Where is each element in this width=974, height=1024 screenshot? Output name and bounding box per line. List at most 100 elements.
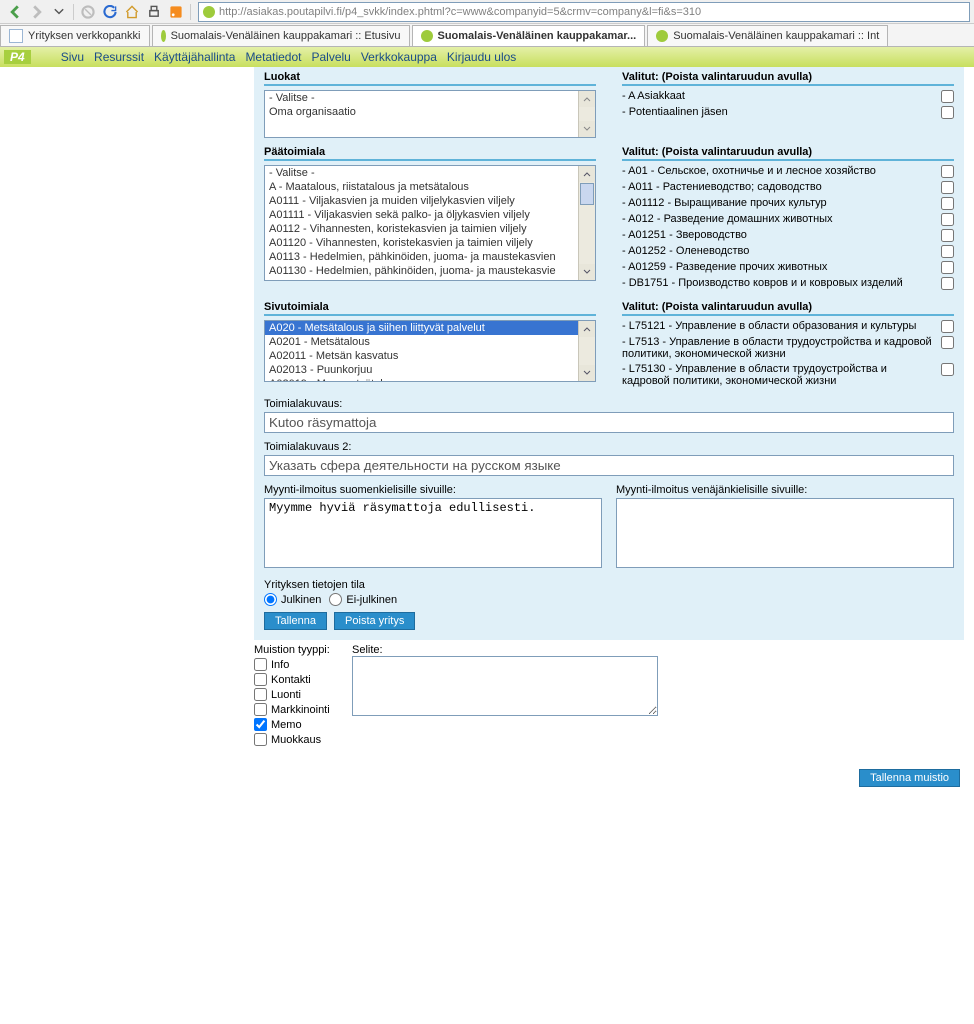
remove-checkbox[interactable] <box>941 165 954 178</box>
url-text: http://asiakas.poutapilvi.fi/p4_svkk/ind… <box>219 6 701 18</box>
menu-sivu[interactable]: Sivu <box>61 50 84 64</box>
desc2-input[interactable] <box>264 455 954 476</box>
scroll-down-icon[interactable] <box>579 264 595 280</box>
scrollbar[interactable] <box>578 166 595 280</box>
home-button[interactable] <box>122 2 142 22</box>
list-item[interactable]: - Valitse - <box>265 91 595 105</box>
save-button[interactable]: Tallenna <box>264 612 327 630</box>
reload-button[interactable] <box>100 2 120 22</box>
paatoimiala-header: Päätoimiala <box>264 146 596 161</box>
ad-fi-label: Myynti-ilmoitus suomenkielisille sivuill… <box>264 484 602 496</box>
list-item[interactable]: A02019 - Muu metsätalous <box>265 377 595 382</box>
memo-type-info[interactable] <box>254 658 267 671</box>
list-item[interactable]: A01120 - Vihannesten, koristekasvien ja … <box>265 236 595 250</box>
memo-type-markkinointi[interactable] <box>254 703 267 716</box>
luokat-select[interactable]: - Valitse - Oma organisaatio <box>264 90 596 138</box>
memo-type-muokkaus[interactable] <box>254 733 267 746</box>
scroll-down-icon[interactable] <box>579 121 595 137</box>
list-item[interactable]: A01130 - Hedelmien, pähkinöiden, juoma- … <box>265 264 595 278</box>
list-item[interactable]: - Valitse - <box>265 166 595 180</box>
memo-type-luonti[interactable] <box>254 688 267 701</box>
save-memo-button[interactable]: Tallenna muistio <box>859 769 960 787</box>
sivutoimiala-selected-header: Valitut: (Poista valintaruudun avulla) <box>622 301 954 316</box>
remove-checkbox[interactable] <box>941 336 954 349</box>
remove-checkbox[interactable] <box>941 363 954 376</box>
status-private-label: Ei-julkinen <box>346 594 397 606</box>
remove-checkbox[interactable] <box>941 106 954 119</box>
list-item[interactable]: Oma organisaatio <box>265 105 595 119</box>
selected-item: - L7513 - Управление в области трудоустр… <box>622 336 941 360</box>
memo-type-memo[interactable] <box>254 718 267 731</box>
tab-3[interactable]: Suomalais-Venäläinen kauppakamari :: Int <box>647 25 888 46</box>
scrollbar[interactable] <box>578 321 595 381</box>
scroll-thumb[interactable] <box>580 183 594 205</box>
menu-verkkokauppa[interactable]: Verkkokauppa <box>361 50 437 64</box>
sivutoimiala-select[interactable]: A020 - Metsätalous ja siihen liittyvät p… <box>264 320 596 382</box>
list-item[interactable]: A02011 - Metsän kasvatus <box>265 349 595 363</box>
remove-checkbox[interactable] <box>941 181 954 194</box>
remove-checkbox[interactable] <box>941 277 954 290</box>
scroll-up-icon[interactable] <box>579 166 595 182</box>
selected-item: - A012 - Разведение домашних животных <box>622 213 941 225</box>
memo-type-kontakti[interactable] <box>254 673 267 686</box>
selected-item: - Potentiaalinen jäsen <box>622 106 941 118</box>
print-button[interactable] <box>144 2 164 22</box>
url-bar[interactable]: http://asiakas.poutapilvi.fi/p4_svkk/ind… <box>198 2 970 22</box>
ad-ru-textarea[interactable] <box>616 498 954 568</box>
feed-button[interactable] <box>166 2 186 22</box>
forward-button[interactable] <box>27 2 47 22</box>
status-label: Yrityksen tietojen tila <box>264 579 954 591</box>
selected-item: - A01 - Сельское, охотничье и и лесное х… <box>622 165 941 177</box>
tab-2[interactable]: Suomalais-Venäläinen kauppakamar... <box>412 25 646 46</box>
selected-item: - DB1751 - Производство ковров и и ковро… <box>622 277 941 289</box>
company-form: Luokat - Valitse - Oma organisaatio Vali… <box>254 67 964 640</box>
site-icon <box>161 30 166 42</box>
delete-company-button[interactable]: Poista yritys <box>334 612 415 630</box>
selected-item: - L75121 - Управление в области образова… <box>622 320 941 332</box>
scrollbar[interactable] <box>578 91 595 137</box>
stop-button[interactable] <box>78 2 98 22</box>
paatoimiala-select[interactable]: - Valitse - A - Maatalous, riistatalous … <box>264 165 596 281</box>
list-item[interactable]: A0113 - Hedelmien, pähkinöiden, juoma- j… <box>265 250 595 264</box>
list-item[interactable]: A0201 - Metsätalous <box>265 335 595 349</box>
list-item[interactable]: A0111 - Viljakasvien ja muiden viljelyka… <box>265 194 595 208</box>
site-icon <box>656 30 668 42</box>
menu-resurssit[interactable]: Resurssit <box>94 50 144 64</box>
scroll-down-icon[interactable] <box>579 365 595 381</box>
remove-checkbox[interactable] <box>941 197 954 210</box>
scroll-up-icon[interactable] <box>579 321 595 337</box>
luokat-selected-header: Valitut: (Poista valintaruudun avulla) <box>622 71 954 86</box>
memo-type-label: Muistion tyyppi: <box>254 644 346 656</box>
favicon-icon <box>203 6 215 18</box>
tab-0[interactable]: Yrityksen verkkopankki <box>0 25 150 46</box>
status-private-radio[interactable] <box>329 593 342 606</box>
menu-metatiedot[interactable]: Metatiedot <box>245 50 301 64</box>
desc1-label: Toimialakuvaus: <box>264 398 954 410</box>
menu-kirjaudu-ulos[interactable]: Kirjaudu ulos <box>447 50 516 64</box>
remove-checkbox[interactable] <box>941 261 954 274</box>
remove-checkbox[interactable] <box>941 245 954 258</box>
menu-kayttajahallinta[interactable]: Käyttäjähallinta <box>154 50 235 64</box>
app-logo: P4 <box>4 50 31 64</box>
selected-item: - A01252 - Оленеводство <box>622 245 941 257</box>
list-item[interactable]: A0112 - Vihannesten, koristekasvien ja t… <box>265 222 595 236</box>
page-icon <box>9 29 23 43</box>
scroll-up-icon[interactable] <box>579 91 595 107</box>
tab-1[interactable]: Suomalais-Venäläinen kauppakamari :: Etu… <box>152 25 410 46</box>
menu-palvelu[interactable]: Palvelu <box>311 50 350 64</box>
list-item[interactable]: A01111 - Viljakasvien sekä palko- ja ölj… <box>265 208 595 222</box>
memo-desc-textarea[interactable] <box>352 656 658 716</box>
back-button[interactable] <box>5 2 25 22</box>
desc1-input[interactable] <box>264 412 954 433</box>
status-public-radio[interactable] <box>264 593 277 606</box>
selected-item: - A Asiakkaat <box>622 90 941 102</box>
list-item[interactable]: A02013 - Puunkorjuu <box>265 363 595 377</box>
list-item[interactable]: A020 - Metsätalous ja siihen liittyvät p… <box>265 321 595 335</box>
list-item[interactable]: A - Maatalous, riistatalous ja metsätalo… <box>265 180 595 194</box>
remove-checkbox[interactable] <box>941 213 954 226</box>
ad-fi-textarea[interactable] <box>264 498 602 568</box>
remove-checkbox[interactable] <box>941 320 954 333</box>
remove-checkbox[interactable] <box>941 229 954 242</box>
dropdown-history-button[interactable] <box>49 2 69 22</box>
remove-checkbox[interactable] <box>941 90 954 103</box>
